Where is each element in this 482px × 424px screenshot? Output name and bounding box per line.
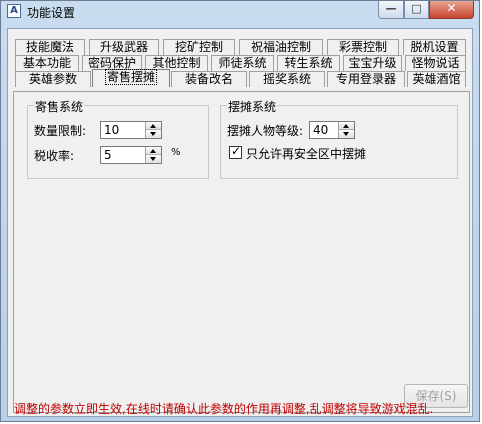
client-area: 技能魔法 升级武器 挖矿控制 祝福油控制 彩票控制 脱机设置 基本功能 密码保护… (7, 28, 473, 417)
tax-spinner[interactable]: 5 (100, 146, 162, 164)
tab-mining-control[interactable]: 挖矿控制 (163, 39, 235, 55)
tab-consign-stall[interactable]: 寄售摆摊 (92, 69, 170, 87)
tab-custom-login[interactable]: 专用登录器 (327, 71, 405, 87)
stall-level-spinner[interactable]: 40 (309, 121, 355, 139)
limit-label: 数量限制: (34, 124, 87, 138)
tab-hero-params[interactable]: 英雄参数 (15, 71, 91, 87)
consign-group: 寄售系统 数量限制: 10 税收率: 5 % (27, 98, 209, 179)
tax-value: 5 (104, 148, 112, 162)
tax-percent: % (171, 147, 181, 158)
settings-window: A 功能设置 — □ ✕ 技能魔法 升级武器 挖矿控制 祝福油控制 彩票控制 脱… (0, 0, 480, 422)
stall-level-label: 摆摊人物等级: (227, 124, 304, 138)
maximize-button[interactable]: □ (404, 1, 429, 19)
warning-notice: 调整的参数立即生效,在线时请确认此参数的作用再调整,乱调整将导致游戏混乱. (14, 402, 434, 416)
tab-consign-stall-label: 寄售摆摊 (104, 69, 158, 85)
tab-blessing-oil[interactable]: 祝福油控制 (239, 39, 323, 55)
minimize-icon: — (385, 2, 397, 15)
tab-equip-rename[interactable]: 装备改名 (171, 71, 247, 87)
limit-value: 10 (104, 123, 120, 137)
close-button[interactable]: ✕ (429, 1, 474, 19)
safezone-label[interactable]: 只允许再安全区中摆摊 (246, 145, 366, 162)
title-bar[interactable]: A 功能设置 — □ ✕ (1, 1, 479, 23)
tab-basic-functions[interactable]: 基本功能 (15, 55, 79, 71)
tab-skill-magic[interactable]: 技能魔法 (15, 39, 85, 55)
app-icon: A (7, 4, 21, 18)
stall-level-down-arrow-icon[interactable] (339, 130, 354, 138)
tab-pet-upgrade[interactable]: 宝宝升级 (343, 55, 402, 71)
tab-upgrade-weapon[interactable]: 升级武器 (89, 39, 159, 55)
tab-mentor-system[interactable]: 师徒系统 (211, 55, 274, 71)
tax-down-arrow-icon[interactable] (146, 155, 161, 163)
minimize-button[interactable]: — (378, 1, 404, 19)
limit-spinner[interactable]: 10 (100, 121, 162, 139)
maximize-icon: □ (411, 2, 422, 15)
tab-hero-tavern[interactable]: 英雄酒馆 (407, 71, 466, 87)
stall-group-title: 摆摊系统 (227, 98, 278, 115)
tax-label: 税收率: (34, 149, 75, 163)
stall-group: 摆摊系统 摆摊人物等级: 40 只允许再安全区中摆摊 (220, 98, 458, 179)
stall-level-up-arrow-icon[interactable] (339, 122, 354, 130)
safezone-checkbox[interactable] (229, 144, 242, 159)
tax-up-arrow-icon[interactable] (146, 147, 161, 155)
window-title: 功能设置 (27, 6, 76, 20)
tab-prize-draw[interactable]: 摇奖系统 (249, 71, 325, 87)
close-icon: ✕ (446, 1, 457, 15)
limit-up-arrow-icon[interactable] (146, 122, 161, 130)
stall-level-value: 40 (313, 123, 329, 137)
tab-rebirth-system[interactable]: 转生系统 (277, 55, 340, 71)
tab-panel: 寄售系统 数量限制: 10 税收率: 5 % 摆摊系统 摆摊人物等级: 40 ✓… (13, 91, 470, 413)
consign-group-title: 寄售系统 (34, 98, 85, 115)
limit-down-arrow-icon[interactable] (146, 130, 161, 138)
tab-lottery-control[interactable]: 彩票控制 (327, 39, 399, 55)
tab-monster-speech[interactable]: 怪物说话 (405, 55, 466, 71)
tab-offline-settings[interactable]: 脱机设置 (403, 39, 466, 55)
